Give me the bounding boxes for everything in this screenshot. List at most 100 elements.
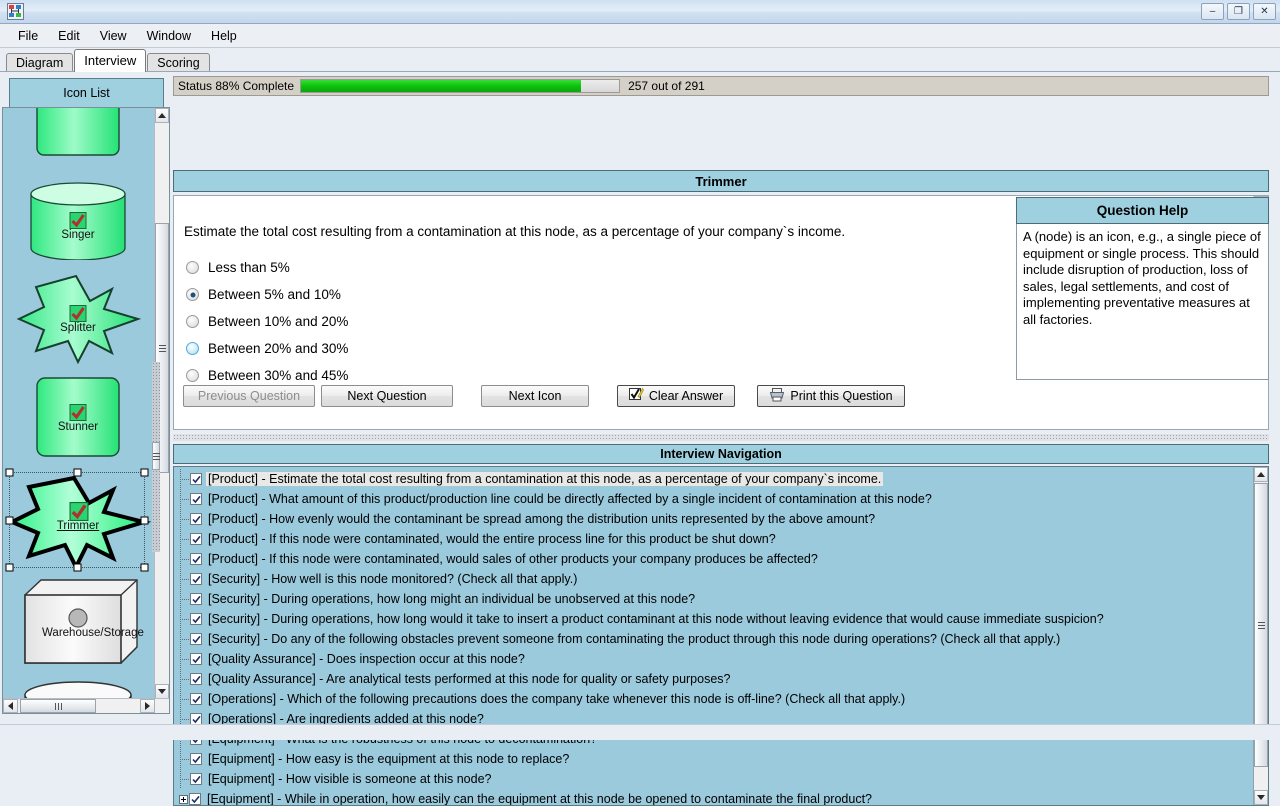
row-checkbox[interactable] (190, 593, 202, 605)
navigation-row[interactable]: [Security] - During operations, how long… (174, 609, 1252, 629)
icon-label-warehouse-storage: Warehouse/Storage (42, 627, 144, 639)
tree-connector (179, 589, 190, 609)
tab-strip: Diagram Interview Scoring (0, 48, 1280, 72)
navigation-scrollbar[interactable] (1253, 467, 1268, 805)
row-checkbox[interactable] (190, 753, 202, 765)
icon-list-header: Icon List (9, 78, 164, 108)
tab-scoring[interactable]: Scoring (147, 53, 210, 72)
row-checkbox[interactable] (189, 793, 201, 805)
previous-question-button[interactable]: Previous Question (183, 385, 315, 407)
restore-button[interactable]: ❐ (1227, 3, 1250, 20)
row-checkbox[interactable] (190, 773, 202, 785)
scroll-up-arrow-icon[interactable] (155, 108, 169, 123)
row-checkbox[interactable] (190, 613, 202, 625)
menu-help[interactable]: Help (201, 26, 247, 46)
row-checkbox[interactable] (190, 693, 202, 705)
navigation-row[interactable]: [Equipment] - How visible is someone at … (174, 769, 1252, 789)
row-checkbox[interactable] (190, 653, 202, 665)
radio-between-5-and-10[interactable] (186, 288, 199, 301)
row-checkbox[interactable] (190, 673, 202, 685)
icon-item-splitter[interactable]: Splitter (3, 270, 153, 368)
menu-view[interactable]: View (90, 26, 137, 46)
next-icon-button[interactable]: Next Icon (481, 385, 589, 407)
scroll-thumb-horizontal[interactable] (20, 699, 96, 713)
tab-interview[interactable]: Interview (74, 49, 147, 72)
question-text: Estimate the total cost resulting from a… (184, 224, 846, 239)
option-row-less-than-5[interactable]: Less than 5% (186, 254, 706, 281)
panel-splitter-horizontal[interactable] (173, 434, 1269, 441)
navigation-row[interactable]: [Security] - How well is this node monit… (174, 569, 1252, 589)
icon-item-warehouse-storage[interactable]: Warehouse/Storage (3, 574, 153, 672)
tab-diagram[interactable]: Diagram (6, 53, 74, 72)
interview-navigation-list[interactable]: [Product] - Estimate the total cost resu… (173, 466, 1269, 806)
navigation-row-label: [Security] - How well is this node monit… (208, 572, 578, 586)
tree-connector (179, 649, 190, 669)
radio-between-20-and-30[interactable] (186, 342, 199, 355)
navigation-row[interactable]: [Product] - Estimate the total cost resu… (174, 469, 1252, 489)
icon-list-scrollbar-horizontal[interactable] (3, 698, 169, 713)
tree-connector (179, 569, 190, 589)
navigation-row[interactable]: [Product] - How evenly would the contami… (174, 509, 1252, 529)
menu-bar: File Edit View Window Help (0, 24, 1280, 48)
row-checkbox[interactable] (190, 513, 202, 525)
navigation-row[interactable]: [Equipment] - How easy is the equipment … (174, 749, 1252, 769)
navigation-row[interactable]: [Quality Assurance] - Does inspection oc… (174, 649, 1252, 669)
menu-edit[interactable]: Edit (48, 26, 90, 46)
clear-answer-button[interactable]: Clear Answer (617, 385, 735, 407)
navigation-row-label: [Product] - What amount of this product/… (208, 492, 932, 506)
icon-item-singer[interactable]: Singer (3, 172, 153, 270)
scroll-down-arrow-icon[interactable] (1254, 790, 1268, 805)
print-question-button[interactable]: Print this Question (757, 385, 905, 407)
icon-item-shackler[interactable]: Shackler (3, 108, 153, 172)
navigation-row[interactable]: [Security] - Do any of the following obs… (174, 629, 1252, 649)
next-question-button[interactable]: Next Question (321, 385, 453, 407)
radio-less-than-5[interactable] (186, 261, 199, 274)
navigation-row[interactable]: [Quality Assurance] - Are analytical tes… (174, 669, 1252, 689)
check-glyph-icon (69, 404, 87, 421)
radio-between-10-and-20[interactable] (186, 315, 199, 328)
tree-connector (179, 689, 190, 709)
row-checkbox[interactable] (190, 473, 202, 485)
radio-between-30-and-45[interactable] (186, 369, 199, 382)
navigation-row[interactable]: [Equipment] - While in operation, how ea… (174, 789, 1252, 805)
row-checkbox[interactable] (190, 573, 202, 585)
node-title-header: Trimmer (173, 170, 1269, 192)
panel-splitter-vertical[interactable] (152, 362, 160, 552)
answer-options: Less than 5% Between 5% and 10% Between … (186, 254, 706, 389)
row-checkbox[interactable] (190, 633, 202, 645)
option-row-between-10-and-20[interactable]: Between 10% and 20% (186, 308, 706, 335)
option-row-between-5-and-10[interactable]: Between 5% and 10% (186, 281, 706, 308)
navigation-row[interactable]: [Product] - If this node were contaminat… (174, 549, 1252, 569)
option-row-between-20-and-30[interactable]: Between 20% and 30% (186, 335, 706, 362)
minimize-button[interactable]: – (1201, 3, 1224, 20)
row-checkbox[interactable] (190, 493, 202, 505)
icon-label-stunner: Stunner (57, 421, 99, 433)
close-button[interactable]: ✕ (1253, 3, 1276, 20)
navigation-row[interactable]: [Security] - During operations, how long… (174, 589, 1252, 609)
question-help-text: A (node) is an icon, e.g., a single piec… (1016, 224, 1269, 380)
row-checkbox[interactable] (190, 533, 202, 545)
scroll-up-arrow-icon[interactable] (1254, 467, 1268, 482)
tree-connector (179, 529, 190, 549)
diagram-icon (7, 3, 24, 20)
navigation-row-label: [Equipment] - How easy is the equipment … (208, 752, 570, 766)
navigation-row[interactable]: [Product] - What amount of this product/… (174, 489, 1252, 509)
tree-connector (179, 549, 190, 569)
menu-file[interactable]: File (8, 26, 48, 46)
print-question-label: Print this Question (790, 389, 893, 403)
icon-list-body[interactable]: Shackler (2, 107, 170, 714)
scroll-down-arrow-icon[interactable] (155, 684, 169, 699)
tree-connector (179, 609, 190, 629)
row-checkbox[interactable] (190, 553, 202, 565)
navigation-row[interactable]: [Product] - If this node were contaminat… (174, 529, 1252, 549)
icon-item-stunner[interactable]: Stunner (3, 368, 153, 466)
navigation-row-label: [Product] - How evenly would the contami… (208, 512, 876, 526)
option-label-between-5-and-10: Between 5% and 10% (208, 287, 341, 302)
scroll-left-arrow-icon[interactable] (3, 699, 18, 713)
icon-item-trimmer[interactable]: Trimmer (3, 466, 153, 574)
expand-plus-icon[interactable] (179, 794, 188, 804)
navigation-row-label: [Product] - Estimate the total cost resu… (206, 472, 884, 486)
scroll-right-arrow-icon[interactable] (140, 699, 155, 713)
menu-window[interactable]: Window (137, 26, 201, 46)
navigation-row[interactable]: [Operations] - Which of the following pr… (174, 689, 1252, 709)
